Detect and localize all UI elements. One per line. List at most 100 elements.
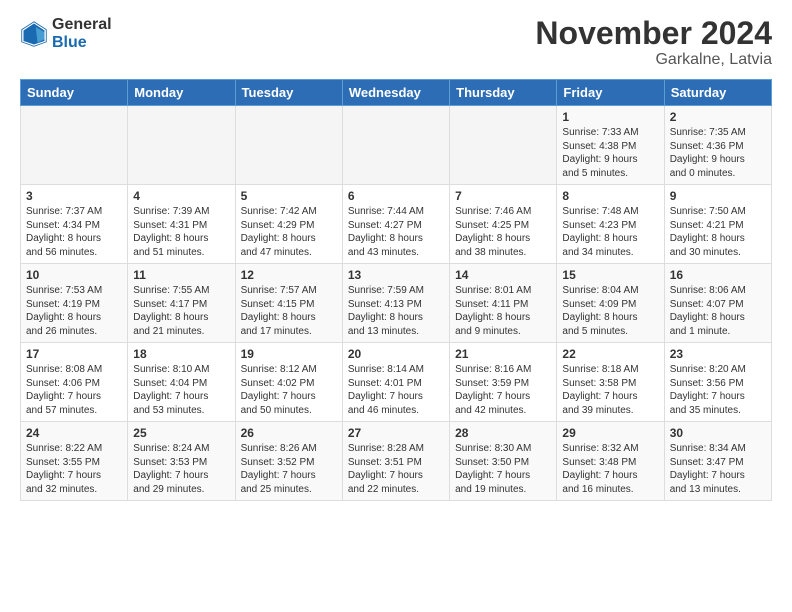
day-number: 15 (562, 268, 658, 282)
table-row: 17 Sunrise: 8:08 AM Sunset: 4:06 PM Dayli… (21, 343, 128, 422)
table-row: 7 Sunrise: 7:46 AM Sunset: 4:25 PM Daylig… (450, 185, 557, 264)
day-info: Sunrise: 7:42 AM Sunset: 4:29 PM Dayligh… (241, 205, 337, 259)
day-number: 1 (562, 110, 658, 124)
calendar-week-2: 3Sunrise: 7:37 AM Sunset: 4:34 PM Daylig… (21, 185, 772, 264)
logo-text: General Blue (52, 16, 112, 51)
day-info: Sunrise: 7:59 AM Sunset: 4:13 PM Dayligh… (348, 284, 444, 338)
day-info: Sunrise: 7:50 AM Sunset: 4:21 PM Dayligh… (670, 205, 766, 259)
day-number: 24 (26, 426, 122, 440)
table-row: 19 Sunrise: 8:12 AM Sunset: 4:02 PM Dayli… (235, 343, 342, 422)
col-sunday: Sunday (21, 80, 128, 106)
day-info: Sunrise: 7:44 AM Sunset: 4:27 PM Dayligh… (348, 205, 444, 259)
day-info: Sunrise: 8:34 AM Sunset: 3:47 PM Dayligh… (670, 442, 766, 496)
day-info: Sunrise: 7:53 AM Sunset: 4:19 PM Dayligh… (26, 284, 122, 338)
page: General Blue November 2024 Garkalne, Lat… (0, 0, 792, 612)
table-row (342, 106, 449, 185)
day-number: 12 (241, 268, 337, 282)
day-number: 22 (562, 347, 658, 361)
location: Garkalne, Latvia (535, 51, 772, 69)
col-friday: Friday (557, 80, 664, 106)
calendar-week-4: 17 Sunrise: 8:08 AM Sunset: 4:06 PM Dayli… (21, 343, 772, 422)
calendar-week-5: 24 Sunrise: 8:22 AM Sunset: 3:55 PM Dayli… (21, 422, 772, 501)
day-number: 29 (562, 426, 658, 440)
day-number: 25 (133, 426, 229, 440)
table-row: 15 Sunrise: 8:04 AM Sunset: 4:09 PM Dayli… (557, 264, 664, 343)
day-info: Sunrise: 7:57 AM Sunset: 4:15 PM Dayligh… (241, 284, 337, 338)
day-number: 8 (562, 189, 658, 203)
day-info: Sunrise: 7:33 AM Sunset: 4:38 PM Dayligh… (562, 126, 658, 180)
day-info: Sunrise: 8:20 AM Sunset: 3:56 PM Dayligh… (670, 363, 766, 417)
table-row (450, 106, 557, 185)
day-number: 3 (26, 189, 122, 203)
table-row: 20Sunrise: 8:14 AM Sunset: 4:01 PM Dayli… (342, 343, 449, 422)
col-thursday: Thursday (450, 80, 557, 106)
table-row (128, 106, 235, 185)
title-block: November 2024 Garkalne, Latvia (535, 16, 772, 69)
table-row: 10 Sunrise: 7:53 AM Sunset: 4:19 PM Dayli… (21, 264, 128, 343)
table-row: 28 Sunrise: 8:30 AM Sunset: 3:50 PM Dayli… (450, 422, 557, 501)
table-row (21, 106, 128, 185)
logo: General Blue (20, 16, 112, 51)
day-number: 6 (348, 189, 444, 203)
day-info: Sunrise: 8:01 AM Sunset: 4:11 PM Dayligh… (455, 284, 551, 338)
day-number: 16 (670, 268, 766, 282)
day-number: 26 (241, 426, 337, 440)
logo-icon (20, 20, 48, 48)
table-row: 1 Sunrise: 7:33 AM Sunset: 4:38 PM Daylig… (557, 106, 664, 185)
table-row: 21Sunrise: 8:16 AM Sunset: 3:59 PM Dayli… (450, 343, 557, 422)
table-row: 11Sunrise: 7:55 AM Sunset: 4:17 PM Dayli… (128, 264, 235, 343)
day-number: 19 (241, 347, 337, 361)
day-info: Sunrise: 8:32 AM Sunset: 3:48 PM Dayligh… (562, 442, 658, 496)
header: General Blue November 2024 Garkalne, Lat… (20, 16, 772, 69)
table-row: 4Sunrise: 7:39 AM Sunset: 4:31 PM Daylig… (128, 185, 235, 264)
table-row: 9 Sunrise: 7:50 AM Sunset: 4:21 PM Daylig… (664, 185, 771, 264)
day-number: 7 (455, 189, 551, 203)
calendar-week-3: 10 Sunrise: 7:53 AM Sunset: 4:19 PM Dayli… (21, 264, 772, 343)
col-wednesday: Wednesday (342, 80, 449, 106)
table-row: 8 Sunrise: 7:48 AM Sunset: 4:23 PM Daylig… (557, 185, 664, 264)
day-number: 5 (241, 189, 337, 203)
day-info: Sunrise: 8:28 AM Sunset: 3:51 PM Dayligh… (348, 442, 444, 496)
day-info: Sunrise: 7:48 AM Sunset: 4:23 PM Dayligh… (562, 205, 658, 259)
day-number: 14 (455, 268, 551, 282)
day-number: 2 (670, 110, 766, 124)
table-row: 13 Sunrise: 7:59 AM Sunset: 4:13 PM Dayli… (342, 264, 449, 343)
day-info: Sunrise: 8:12 AM Sunset: 4:02 PM Dayligh… (241, 363, 337, 417)
logo-general-text: General (52, 16, 112, 34)
table-row: 14 Sunrise: 8:01 AM Sunset: 4:11 PM Dayli… (450, 264, 557, 343)
table-row: 3Sunrise: 7:37 AM Sunset: 4:34 PM Daylig… (21, 185, 128, 264)
table-row: 22 Sunrise: 8:18 AM Sunset: 3:58 PM Dayli… (557, 343, 664, 422)
table-row: 6 Sunrise: 7:44 AM Sunset: 4:27 PM Daylig… (342, 185, 449, 264)
day-number: 27 (348, 426, 444, 440)
day-number: 17 (26, 347, 122, 361)
table-row: 16 Sunrise: 8:06 AM Sunset: 4:07 PM Dayli… (664, 264, 771, 343)
table-row: 12 Sunrise: 7:57 AM Sunset: 4:15 PM Dayli… (235, 264, 342, 343)
table-row: 24 Sunrise: 8:22 AM Sunset: 3:55 PM Dayli… (21, 422, 128, 501)
day-info: Sunrise: 8:30 AM Sunset: 3:50 PM Dayligh… (455, 442, 551, 496)
table-row: 30Sunrise: 8:34 AM Sunset: 3:47 PM Dayli… (664, 422, 771, 501)
month-title: November 2024 (535, 16, 772, 51)
day-info: Sunrise: 7:46 AM Sunset: 4:25 PM Dayligh… (455, 205, 551, 259)
day-info: Sunrise: 8:22 AM Sunset: 3:55 PM Dayligh… (26, 442, 122, 496)
day-number: 18 (133, 347, 229, 361)
day-number: 21 (455, 347, 551, 361)
day-info: Sunrise: 8:14 AM Sunset: 4:01 PM Dayligh… (348, 363, 444, 417)
col-tuesday: Tuesday (235, 80, 342, 106)
calendar-table: Sunday Monday Tuesday Wednesday Thursday… (20, 79, 772, 501)
day-info: Sunrise: 8:08 AM Sunset: 4:06 PM Dayligh… (26, 363, 122, 417)
table-row: 18 Sunrise: 8:10 AM Sunset: 4:04 PM Dayli… (128, 343, 235, 422)
day-number: 13 (348, 268, 444, 282)
day-info: Sunrise: 8:06 AM Sunset: 4:07 PM Dayligh… (670, 284, 766, 338)
day-number: 9 (670, 189, 766, 203)
day-info: Sunrise: 8:04 AM Sunset: 4:09 PM Dayligh… (562, 284, 658, 338)
col-monday: Monday (128, 80, 235, 106)
calendar-week-1: 1 Sunrise: 7:33 AM Sunset: 4:38 PM Daylig… (21, 106, 772, 185)
day-number: 28 (455, 426, 551, 440)
day-info: Sunrise: 8:18 AM Sunset: 3:58 PM Dayligh… (562, 363, 658, 417)
table-row: 25Sunrise: 8:24 AM Sunset: 3:53 PM Dayli… (128, 422, 235, 501)
table-row: 26Sunrise: 8:26 AM Sunset: 3:52 PM Dayli… (235, 422, 342, 501)
day-number: 10 (26, 268, 122, 282)
day-info: Sunrise: 8:10 AM Sunset: 4:04 PM Dayligh… (133, 363, 229, 417)
table-row (235, 106, 342, 185)
day-number: 11 (133, 268, 229, 282)
